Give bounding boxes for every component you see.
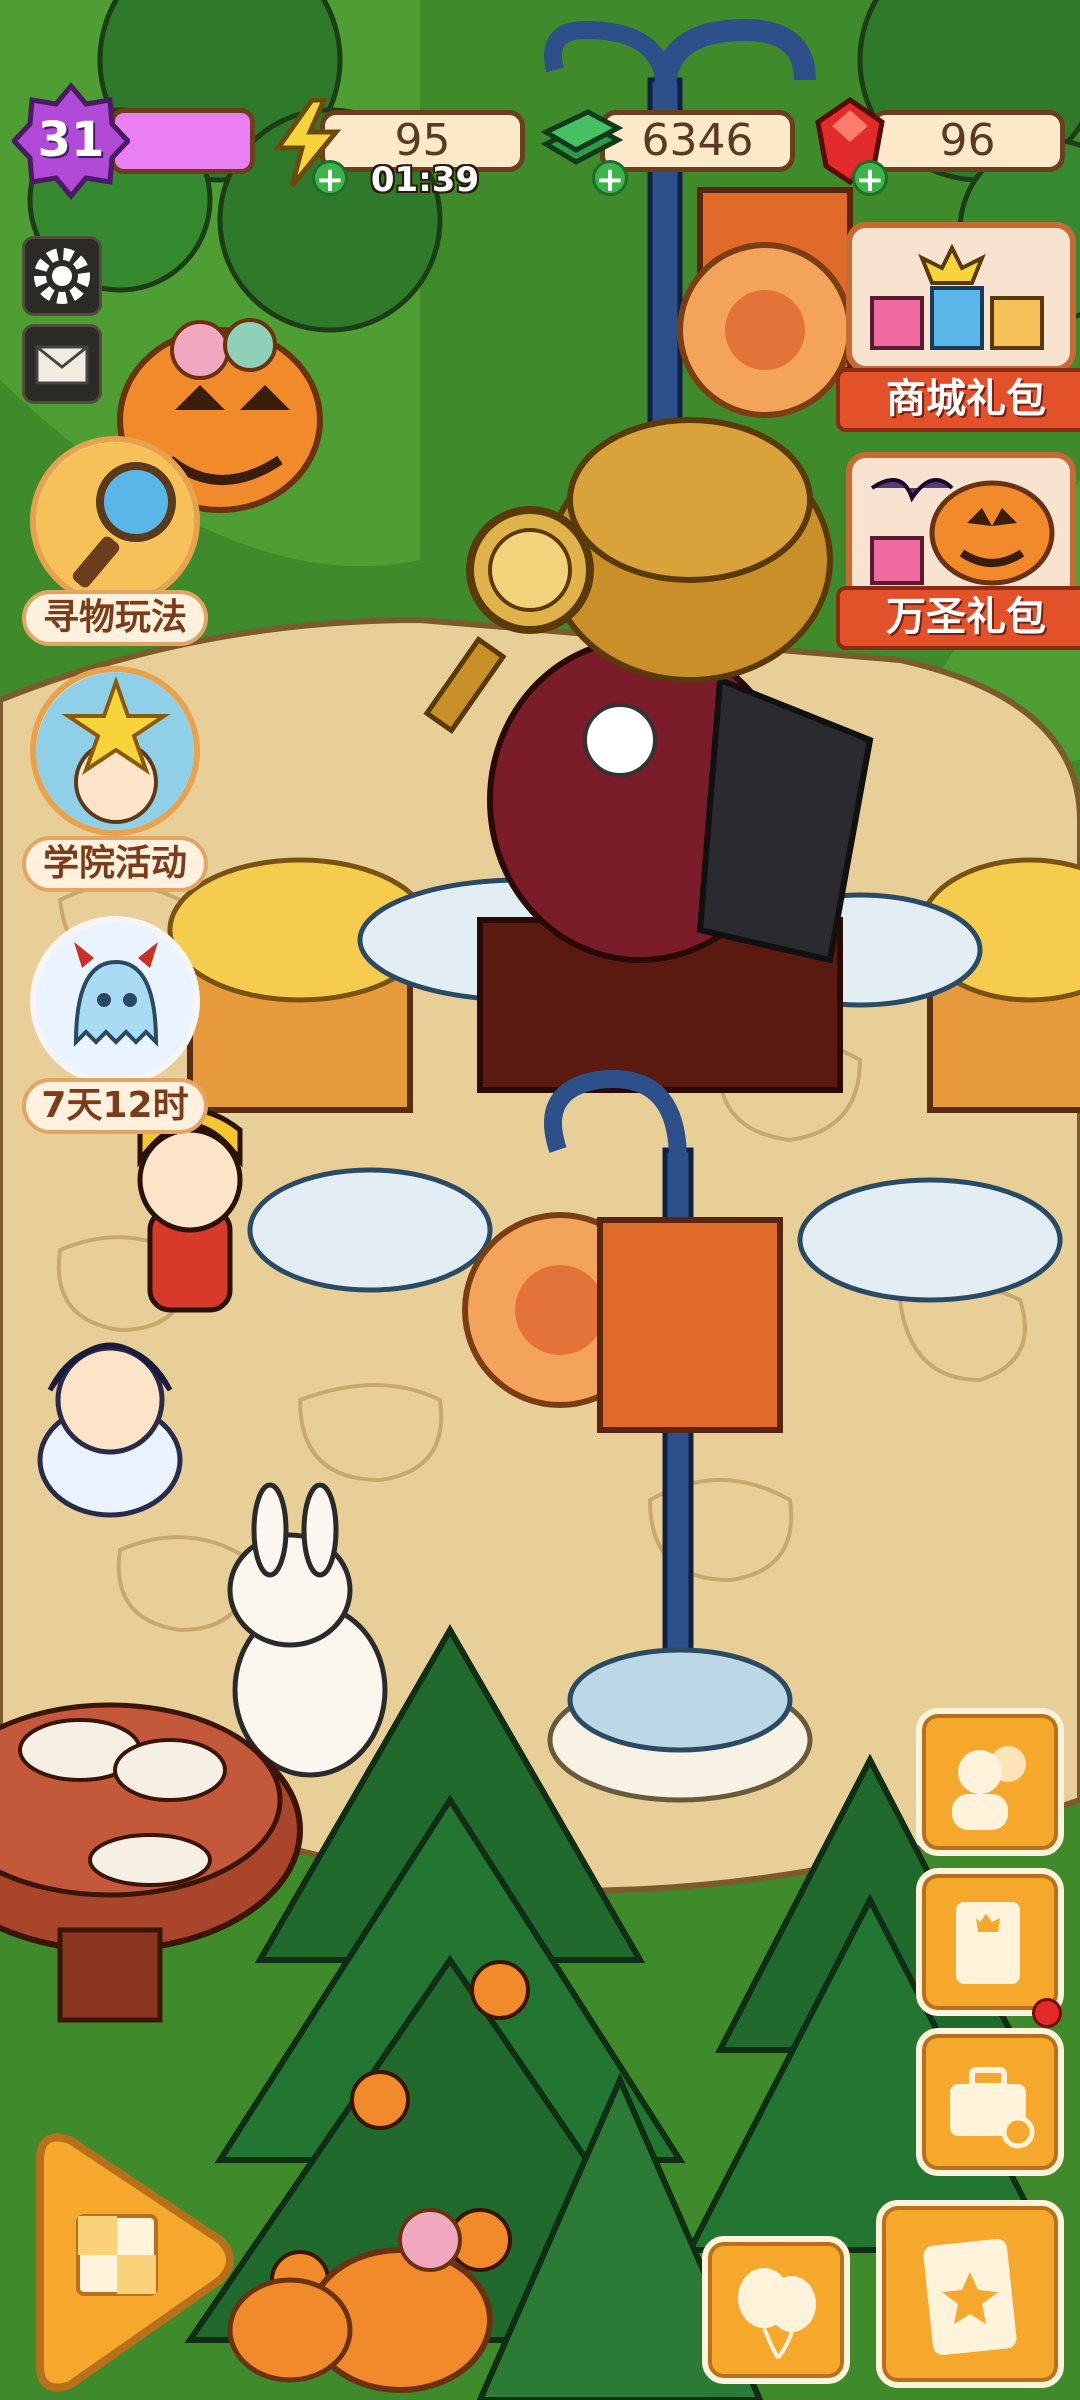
play-merge-button[interactable] xyxy=(20,2120,240,2400)
star-kid-icon xyxy=(36,672,194,830)
energy-value: 95 xyxy=(394,115,451,166)
cash-value: 6346 xyxy=(641,115,754,166)
merge-board-icon xyxy=(76,2214,158,2296)
notification-dot xyxy=(1032,1998,1062,2028)
ghost-event-button[interactable] xyxy=(30,916,200,1086)
halloween-pack-label[interactable]: 万圣礼包 xyxy=(836,586,1080,650)
ghost-icon xyxy=(36,922,194,1080)
gem-value: 96 xyxy=(939,115,996,166)
gear-icon xyxy=(34,248,90,304)
seek-find-event-label[interactable]: 寻物玩法 xyxy=(22,590,208,646)
xp-bar[interactable] xyxy=(110,108,255,174)
toolbox-button[interactable] xyxy=(916,2028,1064,2176)
settings-button[interactable] xyxy=(22,236,102,316)
mail-button[interactable] xyxy=(22,324,102,404)
balloon-icon xyxy=(738,2268,816,2360)
jack-o-lantern-icon xyxy=(870,478,1055,586)
ghost-event-timer[interactable]: 7天12时 xyxy=(22,1078,208,1134)
cash-counter[interactable]: 6346 xyxy=(600,110,795,172)
friends-icon xyxy=(952,1746,1026,1830)
character-detective-girl xyxy=(137,1107,243,1313)
academy-event-label[interactable]: 学院活动 xyxy=(22,836,208,892)
gift-shop-icon xyxy=(870,243,1044,350)
seek-find-event-button[interactable] xyxy=(30,436,200,606)
toolbox-icon xyxy=(950,2067,1035,2149)
energy-timer: 01:39 xyxy=(370,160,480,200)
balloon-button[interactable] xyxy=(702,2236,850,2384)
magnifier-icon xyxy=(36,442,194,600)
friends-button[interactable] xyxy=(916,1708,1064,1856)
character-moon-fairy xyxy=(37,1342,183,1518)
mail-icon xyxy=(35,345,89,385)
halloween-pack-card[interactable] xyxy=(846,452,1076,602)
clipboard-star-icon xyxy=(923,2238,1017,2356)
academy-event-button[interactable] xyxy=(30,666,200,836)
gem-counter[interactable]: 96 xyxy=(870,110,1065,172)
cash-add-icon[interactable]: + xyxy=(592,160,628,197)
energy-add-icon[interactable]: + xyxy=(312,160,348,197)
album-button[interactable] xyxy=(916,1868,1064,2016)
popcorn-stand-left xyxy=(167,857,433,1113)
shop-pack-card[interactable] xyxy=(846,222,1076,372)
level-number: 31 xyxy=(37,112,105,168)
gem-add-icon[interactable]: + xyxy=(852,160,888,197)
tasks-clipboard-button[interactable] xyxy=(876,2200,1064,2388)
book-icon xyxy=(956,1902,1020,1984)
shop-pack-label[interactable]: 商城礼包 xyxy=(836,368,1080,432)
detective-statue xyxy=(423,417,874,1093)
